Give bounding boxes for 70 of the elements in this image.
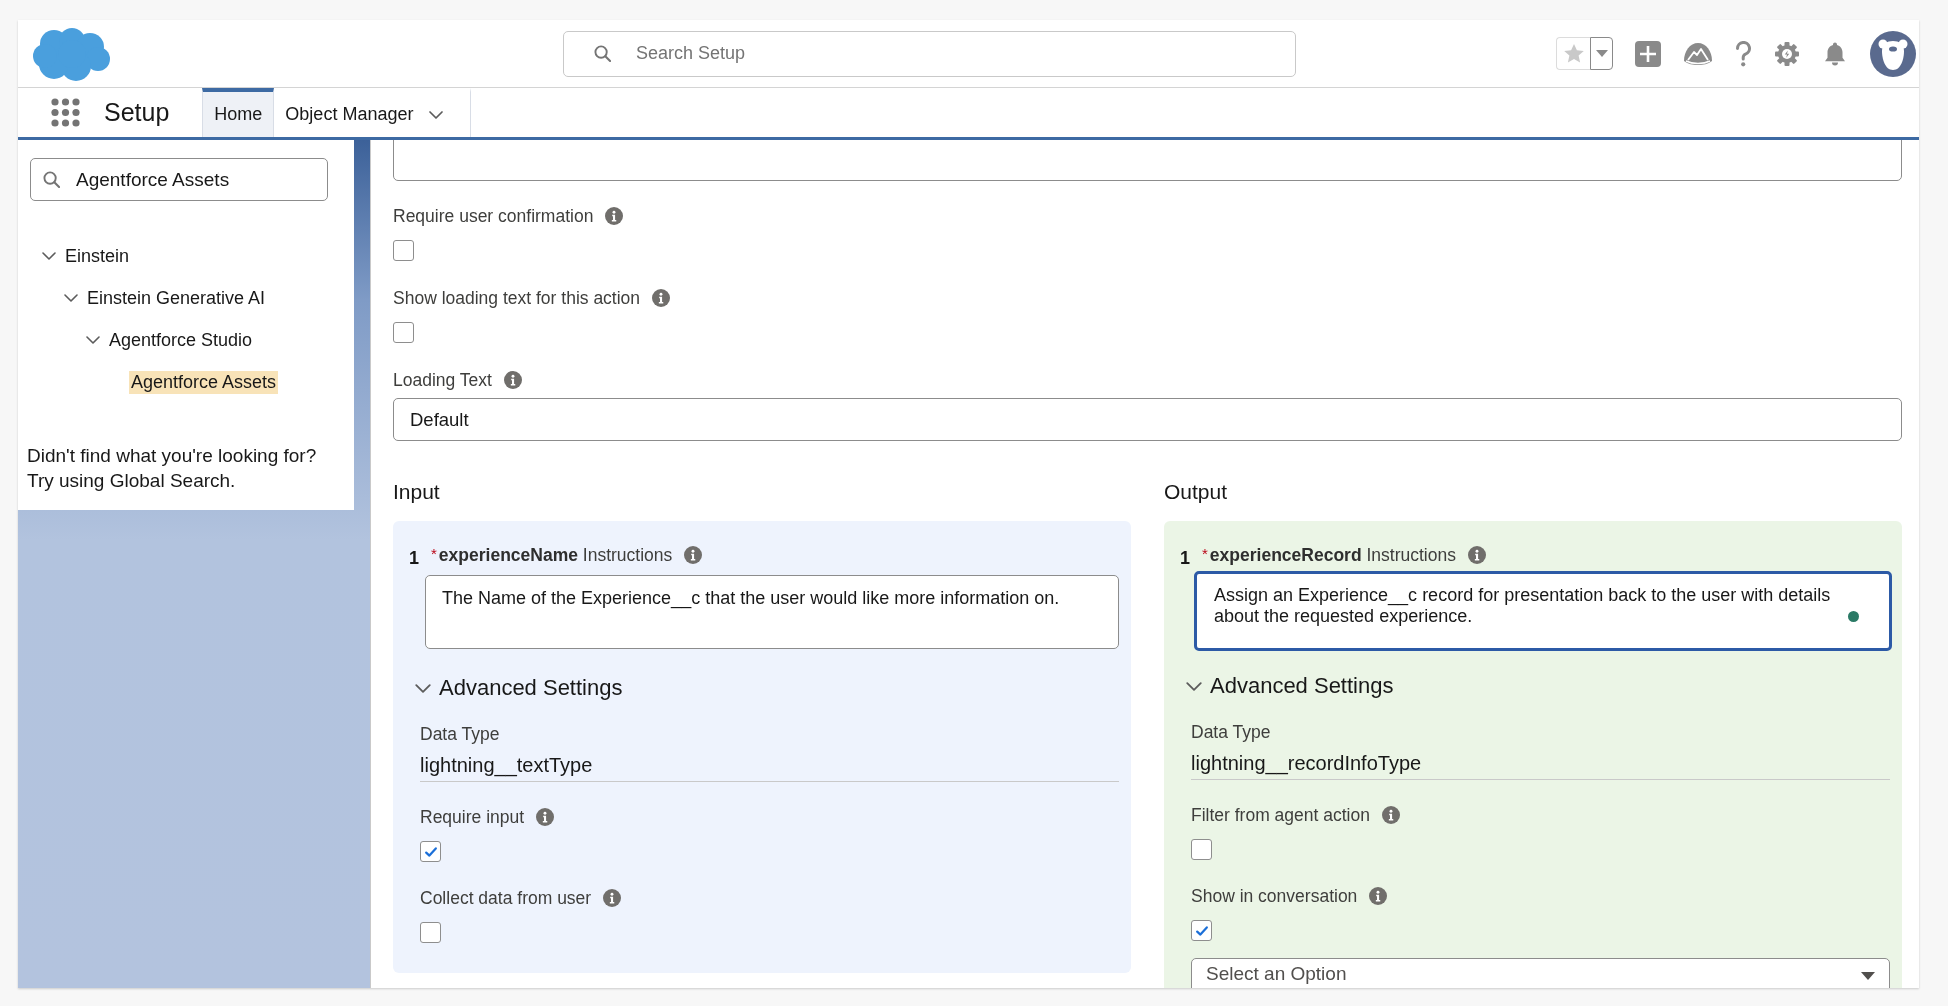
field-label: Show loading text for this action: [393, 287, 641, 309]
caret-down-icon: [1861, 972, 1875, 980]
tree-item[interactable]: Einstein: [63, 244, 132, 268]
chevron-icon[interactable]: [42, 252, 56, 260]
star-icon: [1563, 44, 1584, 63]
caret-down-icon: [1595, 50, 1608, 57]
info-icon[interactable]: [605, 207, 624, 225]
favorites-menu-button[interactable]: [1590, 37, 1613, 70]
parameter-number: 1: [1180, 547, 1191, 569]
info-icon[interactable]: [603, 889, 622, 907]
field-label: Data Type: [1191, 722, 1272, 742]
search-icon: [594, 44, 611, 62]
field-label: experienceRecord Instructions: [1209, 544, 1456, 566]
section-toggle[interactable]: Advanced Settings: [439, 675, 623, 701]
checkbox[interactable]: [393, 322, 414, 343]
info-icon[interactable]: [1467, 546, 1486, 564]
chevron-icon[interactable]: [86, 336, 100, 344]
check-icon: [1195, 925, 1208, 936]
data-type-value: lightning__recordInfoType: [1191, 752, 1890, 780]
instructions-field[interactable]: The Name of the Experience__c that the user would like more information on.: [425, 575, 1119, 649]
mountain-icon[interactable]: [1683, 41, 1713, 66]
section-heading: Input: [393, 479, 441, 505]
tree-item[interactable]: Einstein Generative AI: [85, 286, 268, 310]
field-label: Require user confirmation: [393, 205, 594, 227]
add-icon[interactable]: [1635, 40, 1661, 67]
hint-text: Try using Global Search.: [27, 469, 237, 493]
quick-find-field[interactable]: Agentforce Assets: [30, 158, 328, 201]
field-label: experienceName Instructions: [438, 544, 673, 566]
field-label: Loading Text: [393, 369, 492, 391]
required-asterisk: *: [431, 545, 437, 562]
checkbox[interactable]: [393, 240, 414, 261]
nav-tab[interactable]: Home: [202, 88, 275, 137]
checkbox[interactable]: [1191, 920, 1212, 941]
cloud-logo[interactable]: [32, 25, 112, 82]
section-toggle[interactable]: Advanced Settings: [1210, 673, 1394, 699]
data-type-value: lightning__textType: [420, 754, 1119, 782]
info-icon[interactable]: [1369, 887, 1388, 905]
field-label: Require input: [420, 806, 525, 828]
info-icon[interactable]: [652, 289, 671, 307]
parameter-number: 1: [409, 547, 420, 569]
chevron-icon[interactable]: [64, 294, 78, 302]
chevron-icon[interactable]: [415, 683, 431, 693]
select-dropdown[interactable]: Select an Option: [1191, 958, 1890, 988]
info-icon[interactable]: [1381, 806, 1400, 824]
tree-item[interactable]: Agentforce Assets: [129, 370, 279, 394]
section-heading: Output: [1164, 479, 1229, 505]
tree-item[interactable]: Agentforce Studio: [107, 328, 255, 352]
info-icon[interactable]: [536, 808, 555, 826]
checkbox[interactable]: [1191, 839, 1212, 860]
field-label: Collect data from user: [420, 887, 592, 909]
field-label: Filter from agent action: [1191, 804, 1370, 826]
hint-text: Didn't find what you're looking for?: [27, 444, 318, 468]
info-icon[interactable]: [684, 546, 703, 564]
info-icon[interactable]: [503, 371, 522, 389]
settings-icon[interactable]: [1774, 40, 1800, 67]
avatar-icon[interactable]: [1870, 30, 1916, 77]
instructions-field[interactable]: Assign an Experience__c record for presentation back to the user with details about the requested experience.: [1194, 571, 1892, 651]
checkbox[interactable]: [420, 841, 441, 862]
field-label: Data Type: [420, 724, 501, 744]
help-icon[interactable]: [1735, 40, 1752, 67]
chevron-icon[interactable]: [1186, 681, 1202, 691]
app-name: Setup: [104, 98, 170, 127]
text-input-field[interactable]: Default: [393, 398, 1902, 441]
checkbox[interactable]: [420, 922, 441, 943]
required-asterisk: *: [1202, 545, 1208, 562]
search-icon: [43, 171, 60, 188]
app-launcher-icon[interactable]: [51, 98, 80, 127]
field-label: Show in conversation: [1191, 885, 1358, 907]
check-icon: [424, 846, 437, 857]
search-field[interactable]: Search Setup: [563, 30, 1296, 77]
